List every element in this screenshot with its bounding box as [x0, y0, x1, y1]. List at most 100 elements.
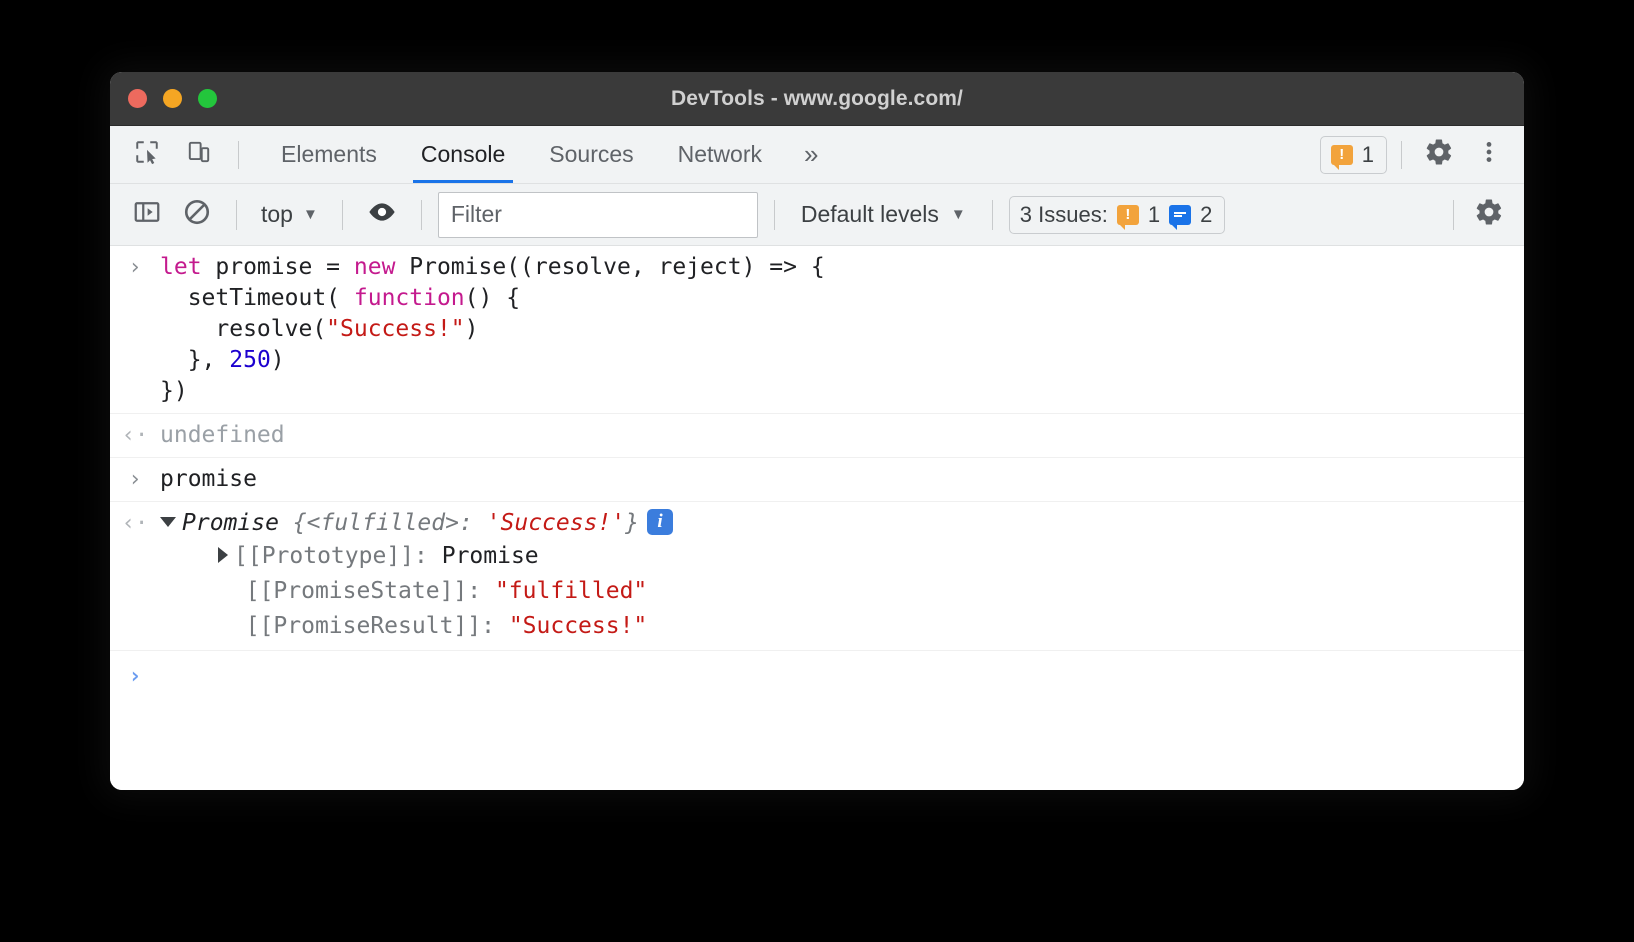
property-key: [[Prototype]]:: [234, 543, 442, 569]
issues-label: 3 Issues:: [1019, 201, 1108, 227]
more-tabs-button[interactable]: »: [784, 126, 838, 183]
live-expression-button[interactable]: [359, 193, 405, 237]
console-message-list[interactable]: › let promise = new Promise((resolve, rej…: [110, 246, 1524, 790]
log-levels-label: Default levels: [800, 201, 939, 227]
window-title: DevTools - www.google.com/: [671, 86, 963, 110]
devtools-main-menu-button[interactable]: [1466, 133, 1512, 177]
devtools-tab-bar: Elements Console Sources Network » ! 1: [110, 126, 1524, 184]
property-value: Promise: [441, 543, 539, 569]
warnings-badge[interactable]: ! 1: [1319, 135, 1387, 174]
tab-network[interactable]: Network: [656, 126, 784, 183]
toolbar-divider-4: [773, 199, 775, 230]
code-line: }, 250): [160, 345, 1510, 376]
warning-bubble-icon: !: [1116, 204, 1139, 230]
code-token: () {: [464, 285, 521, 311]
console-input-code: promise: [160, 464, 1524, 495]
object-header[interactable]: Promise {<fulfilled>: 'Success!'} i: [160, 508, 1510, 539]
devtools-settings-button[interactable]: [1416, 133, 1462, 177]
object-property-row: [[PromiseState]]: "fulfilled": [160, 574, 1510, 609]
code-token: new: [353, 254, 410, 280]
clear-console-button[interactable]: [174, 193, 220, 237]
code-line: setTimeout( function() {: [160, 283, 1510, 314]
property-indent-spacer: [218, 613, 246, 639]
issues-info-count: 2: [1200, 201, 1213, 227]
object-preview-suffix: }: [625, 510, 639, 536]
log-levels-selector[interactable]: Default levels ▼: [791, 197, 976, 232]
code-token: resolve(: [160, 316, 327, 342]
inspect-element-icon: [134, 139, 160, 170]
kebab-menu-icon: [1476, 139, 1502, 170]
tab-elements[interactable]: Elements: [259, 126, 399, 183]
console-sidebar-toggle-button[interactable]: [124, 193, 170, 237]
output-marker-icon: ‹·: [121, 423, 149, 448]
toolbar-divider-3: [420, 199, 422, 230]
object-preview-value: 'Success!': [486, 510, 626, 536]
console-settings-button[interactable]: [1466, 193, 1512, 237]
tab-sources[interactable]: Sources: [527, 126, 655, 183]
execution-context-label: top: [261, 201, 293, 227]
chevron-double-right-icon: »: [804, 139, 819, 169]
maximize-button[interactable]: [198, 89, 217, 108]
property-indent-spacer: [218, 578, 246, 604]
toolbar-divider-6: [1453, 199, 1454, 230]
gear-icon: [1424, 137, 1454, 172]
code-token: promise: [160, 466, 257, 492]
issues-badge[interactable]: 3 Issues: ! 1 2: [1008, 195, 1226, 234]
triangle-right-icon[interactable]: [218, 546, 228, 563]
warning-bubble-icon: !: [1330, 144, 1353, 170]
live-expression-eye-icon: [366, 196, 398, 233]
tabbar-right-divider: [1401, 140, 1402, 169]
inspect-element-button[interactable]: [124, 133, 170, 177]
info-icon[interactable]: i: [647, 508, 673, 535]
issues-warning-count: 1: [1147, 201, 1161, 227]
device-toolbar-button[interactable]: [176, 133, 222, 177]
property-value: "fulfilled": [494, 578, 648, 604]
object-property-row[interactable]: [[Prototype]]: Promise: [160, 539, 1510, 574]
code-token: Promise((resolve, reject) => {: [409, 254, 825, 280]
code-token: function: [353, 285, 465, 311]
code-token: 250: [229, 347, 271, 373]
code-token: "Success!": [326, 316, 465, 342]
object-constructor-name: Promise: [182, 510, 279, 536]
code-token: let: [160, 254, 216, 280]
code-token: ): [464, 316, 479, 342]
console-prompt-row[interactable]: ›: [110, 651, 1524, 698]
console-filter-input[interactable]: [437, 191, 758, 238]
chevron-down-icon: ▼: [950, 206, 966, 223]
input-marker-icon: ›: [128, 467, 142, 492]
code-line: promise: [160, 464, 1510, 495]
code-line: resolve("Success!"): [160, 314, 1510, 345]
tabbar-left-icons: [110, 126, 249, 183]
toolbar-divider-2: [341, 199, 343, 230]
tab-console[interactable]: Console: [399, 126, 527, 183]
prompt-marker-icon: ›: [128, 664, 142, 689]
promise-object-tree: Promise {<fulfilled>: 'Success!'} i [[Prot…: [160, 508, 1524, 644]
execution-context-selector[interactable]: top ▼: [253, 197, 326, 232]
minimize-button[interactable]: [163, 89, 182, 108]
tab-network-label: Network: [677, 141, 762, 167]
object-property-row: [[PromiseResult]]: "Success!": [160, 609, 1510, 644]
console-toolbar: top ▼ Default levels ▼ 3 Issues: ! 1: [110, 184, 1524, 246]
devtools-window: DevTools - www.google.com/ Elements Cons…: [110, 72, 1524, 790]
property-key: [[PromiseResult]]:: [245, 613, 509, 639]
code-token: setTimeout(: [160, 285, 354, 311]
window-title-bar: DevTools - www.google.com/: [110, 72, 1524, 126]
clear-console-icon: [182, 197, 212, 232]
chevron-down-icon: ▼: [302, 206, 318, 223]
property-key: [[PromiseState]]:: [245, 578, 495, 604]
output-marker-icon: ‹·: [121, 511, 149, 536]
warning-count: 1: [1361, 141, 1374, 167]
triangle-down-icon[interactable]: [160, 516, 176, 527]
panel-tabs: Elements Console Sources Network »: [259, 126, 838, 183]
console-output-row: ‹· undefined: [110, 414, 1524, 458]
close-button[interactable]: [128, 89, 147, 108]
property-value: "Success!": [508, 613, 648, 639]
toolbar-divider-1: [236, 199, 237, 230]
device-toolbar-icon: [186, 139, 212, 170]
undefined-value: undefined: [160, 422, 285, 448]
console-settings-gear-icon: [1474, 197, 1504, 232]
console-input-code: let promise = new Promise((resolve, reje…: [160, 252, 1524, 407]
tabbar-right-controls: ! 1: [1319, 126, 1524, 183]
code-token: promise =: [215, 254, 354, 280]
input-marker-icon: ›: [128, 255, 142, 280]
